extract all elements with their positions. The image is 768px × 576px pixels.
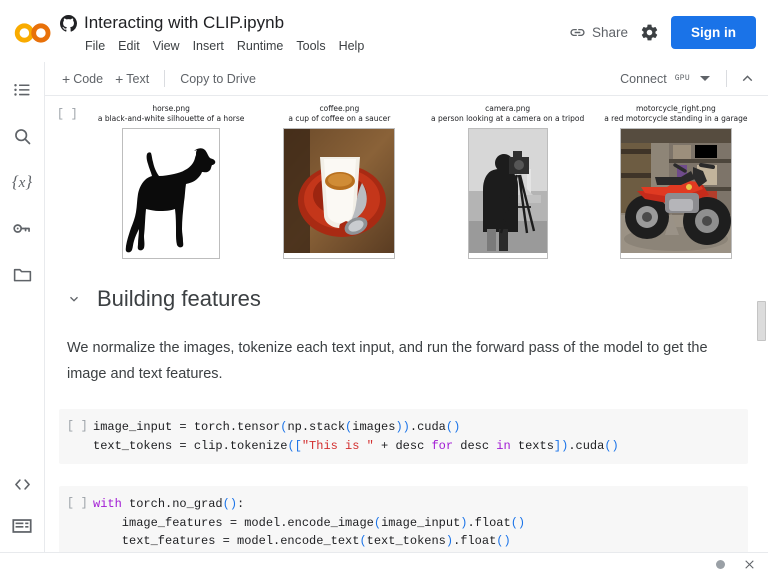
toolbar-divider xyxy=(164,70,166,87)
code-line: text_features = model.encode_text(text_t… xyxy=(93,534,511,548)
code-editor[interactable]: with torch.no_grad(): image_features = m… xyxy=(93,495,525,551)
share-label: Share xyxy=(591,25,628,40)
notebook-scroll-area[interactable]: [ ] horse.png a black-and-white silhouet… xyxy=(45,96,768,552)
code-cell[interactable]: [ ] with torch.no_grad(): image_features… xyxy=(59,486,748,552)
horse-silhouette-image xyxy=(123,129,220,253)
image-item-horse: horse.png a black-and-white silhouette o… xyxy=(87,104,255,259)
image-filename: camera.png xyxy=(485,104,531,113)
plus-icon: + xyxy=(62,70,71,87)
left-sidebar: {x} xyxy=(0,62,45,552)
image-thumbnail xyxy=(619,128,732,259)
section-paragraph: We normalize the images, tokenize each t… xyxy=(67,340,708,382)
colab-logo-svg xyxy=(14,23,51,43)
plus-icon: + xyxy=(115,70,124,87)
app-header: Interacting with CLIP.ipynb File Edit Vi… xyxy=(0,0,768,62)
title-block: Interacting with CLIP.ipynb File Edit Vi… xyxy=(60,8,364,55)
scrollbar-thumb[interactable] xyxy=(757,301,766,341)
image-item-camera: camera.png a person looking at a camera … xyxy=(424,104,592,259)
image-caption-motorcycle: motorcycle_right.png a red motorcycle st… xyxy=(604,104,747,124)
menu-edit[interactable]: Edit xyxy=(118,37,140,55)
section-heading-row: Building features xyxy=(67,285,748,313)
connect-button[interactable]: Connect xyxy=(620,72,667,86)
image-thumbnail xyxy=(283,128,396,259)
page-title: Building features xyxy=(97,286,261,311)
toolbar-divider xyxy=(726,70,727,87)
code-line: text_tokens = clip.tokenize(["This is " … xyxy=(93,438,619,453)
image-caption-horse: horse.png a black-and-white silhouette o… xyxy=(98,104,245,124)
notebook-toolbar: + Code + Text Copy to Drive Connect GPU xyxy=(0,62,768,96)
output-cell: [ ] horse.png a black-and-white silhouet… xyxy=(45,96,768,259)
image-filename: horse.png xyxy=(152,104,190,113)
image-item-motorcycle: motorcycle_right.png a red motorcycle st… xyxy=(592,104,760,259)
image-caption-coffee: coffee.png a cup of coffee on a saucer xyxy=(288,104,390,124)
code-snippets-icon[interactable] xyxy=(10,472,34,496)
secrets-key-icon[interactable] xyxy=(10,216,34,240)
document-title-row[interactable]: Interacting with CLIP.ipynb xyxy=(60,12,364,34)
image-grid: horse.png a black-and-white silhouette o… xyxy=(87,104,768,259)
image-description: a cup of coffee on a saucer xyxy=(288,114,391,123)
menu-runtime[interactable]: Runtime xyxy=(237,37,284,55)
image-description: a person looking at a camera on a tripod xyxy=(431,114,585,123)
chevron-down-icon[interactable] xyxy=(67,292,81,306)
menu-insert[interactable]: Insert xyxy=(193,37,224,55)
resource-status-dot[interactable] xyxy=(716,560,725,569)
menu-tools[interactable]: Tools xyxy=(296,37,325,55)
markdown-section: Building features xyxy=(45,259,768,313)
document-title[interactable]: Interacting with CLIP.ipynb xyxy=(84,12,284,34)
code-editor[interactable]: image_input = torch.tensor(np.stack(imag… xyxy=(93,418,619,455)
image-filename: motorcycle_right.png xyxy=(635,104,716,113)
cell-prompt[interactable]: [ ] xyxy=(59,418,93,455)
terminal-icon[interactable] xyxy=(10,514,34,538)
colab-logo[interactable] xyxy=(10,10,56,56)
image-thumbnail xyxy=(122,128,221,259)
status-bar xyxy=(0,552,768,576)
code-cell[interactable]: [ ] image_input = torch.tensor(np.stack(… xyxy=(59,409,748,464)
chevron-up-icon[interactable] xyxy=(739,70,756,87)
header-actions: Share Sign in xyxy=(569,8,756,49)
github-icon xyxy=(60,14,77,32)
menu-help[interactable]: Help xyxy=(339,37,365,55)
link-icon xyxy=(570,28,585,37)
menu-file[interactable]: File xyxy=(85,37,105,55)
code-line: image_input = torch.tensor(np.stack(imag… xyxy=(93,420,461,434)
notebook-content: [ ] horse.png a black-and-white silhouet… xyxy=(45,96,768,552)
cell-prompt[interactable]: [ ] xyxy=(45,104,87,259)
code-line: with torch.no_grad(): xyxy=(93,497,245,511)
share-button[interactable]: Share xyxy=(569,24,628,41)
files-folder-icon[interactable] xyxy=(10,262,34,286)
variables-icon[interactable]: {x} xyxy=(10,170,34,194)
add-code-cell-button[interactable]: + Code xyxy=(56,69,109,89)
add-text-cell-button[interactable]: + Text xyxy=(109,69,155,89)
table-of-contents-icon[interactable] xyxy=(10,78,34,102)
add-code-label: Code xyxy=(73,71,104,86)
image-caption-camera: camera.png a person looking at a camera … xyxy=(431,104,584,124)
gpu-badge: GPU xyxy=(674,74,690,83)
close-icon[interactable] xyxy=(743,558,756,571)
motorcycle-image xyxy=(620,129,731,253)
search-icon[interactable] xyxy=(10,124,34,148)
coffee-cup-image xyxy=(284,129,395,253)
image-description: a red motorcycle standing in a garage xyxy=(604,114,748,123)
gear-icon[interactable] xyxy=(640,23,659,42)
image-filename: coffee.png xyxy=(319,104,360,113)
image-description: a black-and-white silhouette of a horse xyxy=(97,114,245,123)
menu-bar: File Edit View Insert Runtime Tools Help xyxy=(85,37,364,55)
camera-person-image xyxy=(468,129,547,253)
add-text-label: Text xyxy=(126,71,150,86)
cell-prompt[interactable]: [ ] xyxy=(59,495,93,551)
image-item-coffee: coffee.png a cup of coffee on a saucer xyxy=(255,104,423,259)
menu-view[interactable]: View xyxy=(153,37,180,55)
toolbar-right-group: Connect GPU xyxy=(620,70,756,87)
sidebar-bottom-group xyxy=(10,472,34,552)
copy-to-drive-button[interactable]: Copy to Drive xyxy=(174,69,262,89)
image-thumbnail xyxy=(467,128,548,259)
code-line: image_features = model.encode_image(imag… xyxy=(93,515,526,530)
sign-in-button[interactable]: Sign in xyxy=(671,16,756,49)
vertical-scrollbar[interactable] xyxy=(755,96,768,552)
chevron-down-icon[interactable] xyxy=(700,76,710,81)
